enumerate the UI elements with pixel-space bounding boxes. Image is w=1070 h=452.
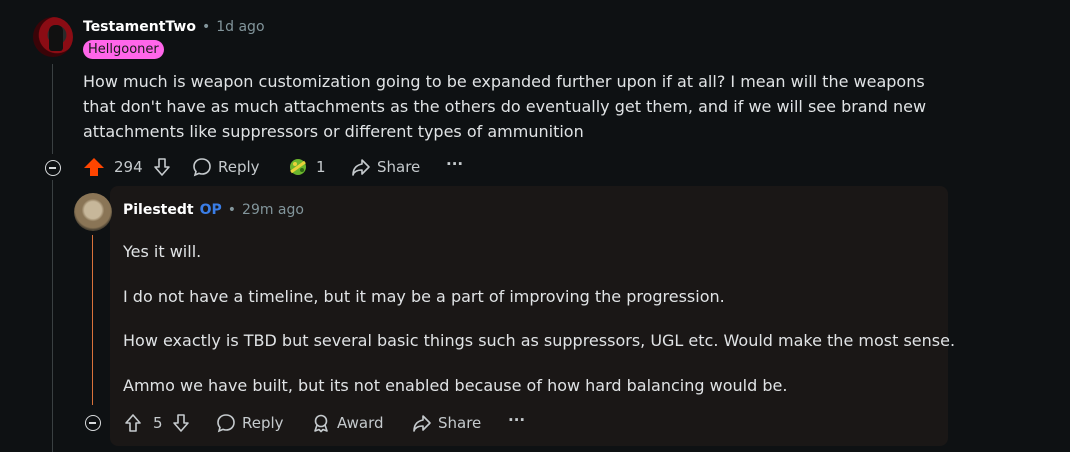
author-name[interactable]: Pilestedt xyxy=(123,202,194,218)
reply-highlight-box xyxy=(110,186,948,446)
meta-separator: • xyxy=(201,19,211,35)
upvote-icon[interactable] xyxy=(83,157,105,177)
comment-header: Pilestedt OP • 29m ago xyxy=(123,202,304,218)
comment-icon xyxy=(216,413,236,433)
reply-paragraph: Yes it will. xyxy=(123,242,202,261)
op-badge: OP xyxy=(199,202,222,218)
timestamp[interactable]: 29m ago xyxy=(242,202,304,218)
comment-header: TestamentTwo • 1d ago xyxy=(83,19,265,35)
award-icon xyxy=(286,155,310,179)
vote-group: 294 xyxy=(83,157,171,177)
collapse-icon[interactable] xyxy=(85,415,101,431)
share-label: Share xyxy=(377,158,421,176)
share-label: Share xyxy=(438,414,482,432)
share-icon xyxy=(351,157,371,177)
more-options-button[interactable]: ··· xyxy=(508,411,525,429)
reply-button[interactable]: Reply xyxy=(192,157,260,177)
comment-body: How much is weapon customization going t… xyxy=(83,72,927,141)
timestamp[interactable]: 1d ago xyxy=(216,19,264,35)
award-button[interactable]: Award xyxy=(311,413,384,433)
thread-line xyxy=(52,180,53,452)
reply-paragraph: How exactly is TBD but several basic thi… xyxy=(123,331,956,350)
share-button[interactable]: Share xyxy=(351,157,420,177)
award-count: 1 xyxy=(316,158,326,176)
reply-label: Reply xyxy=(242,414,284,432)
avatar[interactable] xyxy=(33,17,73,57)
downvote-icon[interactable] xyxy=(172,413,190,433)
downvote-icon[interactable] xyxy=(153,157,171,177)
thread-line xyxy=(52,64,53,154)
vote-score: 294 xyxy=(114,158,143,176)
reply-paragraph: Ammo we have built, but its not enabled … xyxy=(123,376,788,395)
meta-separator: • xyxy=(227,202,237,218)
award-icon xyxy=(311,413,331,433)
award-button[interactable]: 1 xyxy=(286,155,326,179)
share-icon xyxy=(412,413,432,433)
vote-score: 5 xyxy=(153,414,163,432)
collapse-icon[interactable] xyxy=(45,160,61,176)
more-options-button[interactable]: ··· xyxy=(446,155,463,173)
user-flair: Hellgooner xyxy=(83,40,164,59)
avatar[interactable] xyxy=(74,193,112,231)
author-name[interactable]: TestamentTwo xyxy=(83,19,196,35)
reply-label: Reply xyxy=(218,158,260,176)
reply-paragraph: I do not have a timeline, but it may be … xyxy=(123,287,725,306)
upvote-icon[interactable] xyxy=(123,413,143,433)
vote-group: 5 xyxy=(123,413,190,433)
comment-icon xyxy=(192,157,212,177)
share-button[interactable]: Share xyxy=(412,413,481,433)
reply-thread-line xyxy=(92,235,93,405)
reply-button[interactable]: Reply xyxy=(216,413,284,433)
award-label: Award xyxy=(337,414,384,432)
